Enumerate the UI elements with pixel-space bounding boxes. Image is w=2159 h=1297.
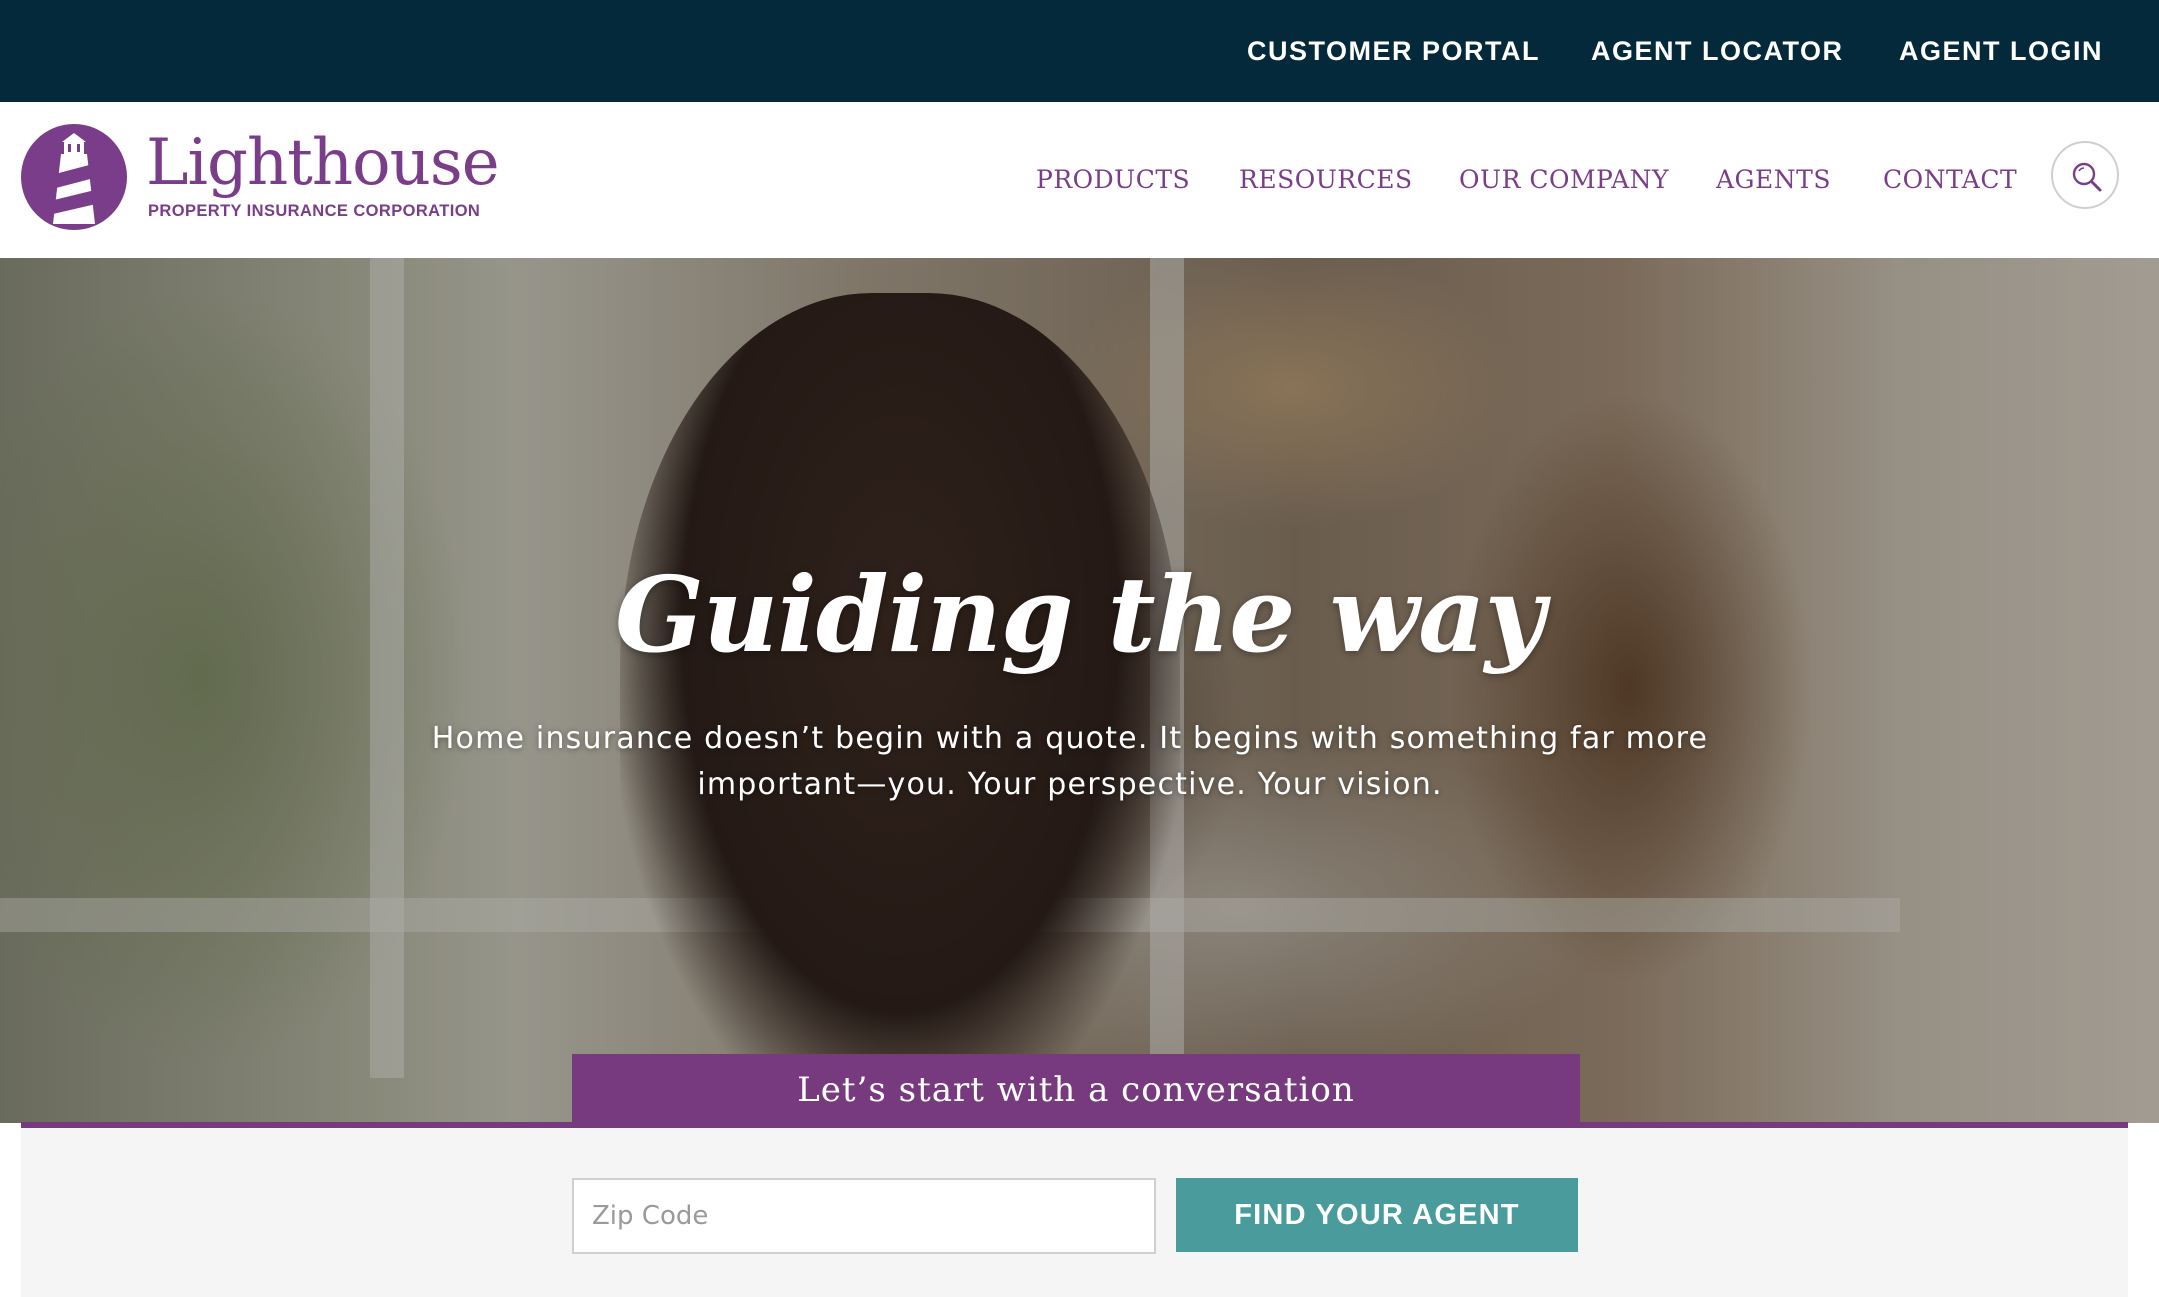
agent-finder-heading: Let’s start with a conversation xyxy=(572,1054,1580,1126)
search-button[interactable] xyxy=(2051,141,2119,209)
nav-item-products[interactable]: PRODUCTS xyxy=(1036,102,1190,258)
nav-item-contact[interactable]: CONTACT xyxy=(1883,102,2017,258)
hero-overlay xyxy=(0,258,2159,1123)
nav-item-our-company[interactable]: OUR COMPANY xyxy=(1459,102,1669,258)
main-header: Lighthouse PROPERTY INSURANCE CORPORATIO… xyxy=(0,102,2159,258)
zip-code-input[interactable] xyxy=(572,1178,1156,1254)
hero-banner: Guiding the way Home insurance doesn’t b… xyxy=(0,258,2159,1123)
brand-tagline: PROPERTY INSURANCE CORPORATION xyxy=(148,202,481,220)
find-your-agent-button[interactable]: FIND YOUR AGENT xyxy=(1176,1178,1578,1252)
agent-login-link[interactable]: AGENT LOGIN xyxy=(1899,0,2103,102)
brand-name[interactable]: Lighthouse xyxy=(146,128,500,198)
nav-item-agents[interactable]: AGENTS xyxy=(1716,102,1831,258)
utility-bar: CUSTOMER PORTAL AGENT LOCATOR AGENT LOGI… xyxy=(0,0,2159,102)
hero-subtitle: Home insurance doesn’t begin with a quot… xyxy=(431,721,1709,802)
lighthouse-icon[interactable] xyxy=(21,124,127,230)
search-icon xyxy=(2072,162,2102,192)
nav-item-resources[interactable]: RESOURCES xyxy=(1239,102,1413,258)
agent-locator-link[interactable]: AGENT LOCATOR xyxy=(1591,0,1844,102)
customer-portal-link[interactable]: CUSTOMER PORTAL xyxy=(1247,0,1540,102)
hero-title: Guiding the way xyxy=(614,553,1545,676)
